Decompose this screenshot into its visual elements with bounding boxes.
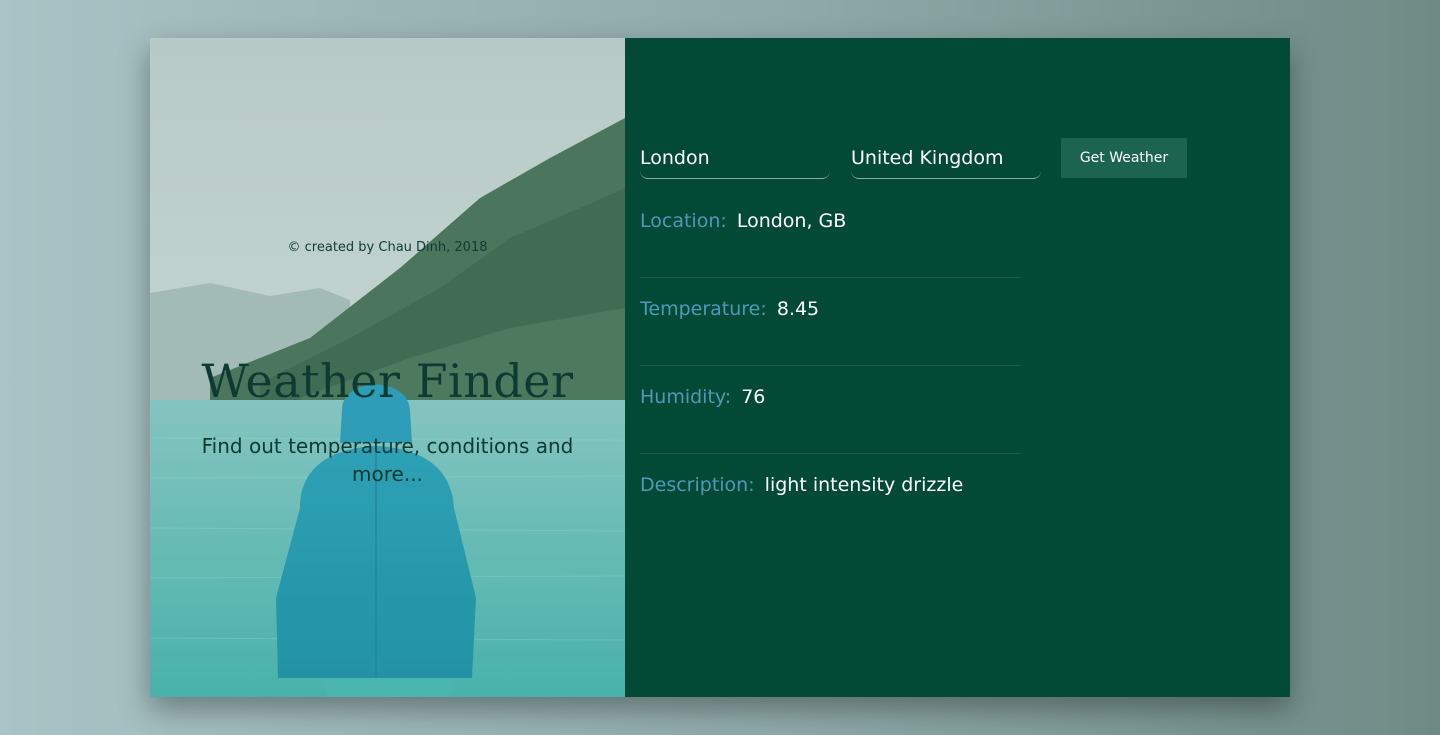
hero-panel: © created by Chau Dinh, 2018 Weather Fin… <box>150 38 625 697</box>
app-subtitle: Find out temperature, conditions and mor… <box>201 434 574 486</box>
temperature-label: Temperature: <box>640 298 767 320</box>
country-input[interactable] <box>851 138 1041 179</box>
weather-panel: Get Weather Location: London, GB Tempera… <box>625 38 1290 697</box>
location-value: London, GB <box>736 210 847 232</box>
temperature-value: 8.45 <box>776 298 820 320</box>
credit-text: © created by Chau Dinh, 2018 <box>287 240 488 255</box>
humidity-row: Humidity: 76 <box>640 366 1021 454</box>
description-row: Description: light intensity drizzle <box>640 454 1021 542</box>
temperature-row: Temperature: 8.45 <box>640 278 1021 366</box>
app-title: Weather Finder <box>201 354 574 408</box>
description-value: light intensity drizzle <box>764 474 964 496</box>
location-label: Location: <box>640 210 727 232</box>
humidity-label: Humidity: <box>640 386 732 408</box>
city-input[interactable] <box>640 138 830 179</box>
weather-finder-card: © created by Chau Dinh, 2018 Weather Fin… <box>150 38 1290 697</box>
description-label: Description: <box>640 474 755 496</box>
humidity-value: 76 <box>741 386 766 408</box>
location-row: Location: London, GB <box>640 190 1021 278</box>
get-weather-button[interactable]: Get Weather <box>1061 138 1187 178</box>
